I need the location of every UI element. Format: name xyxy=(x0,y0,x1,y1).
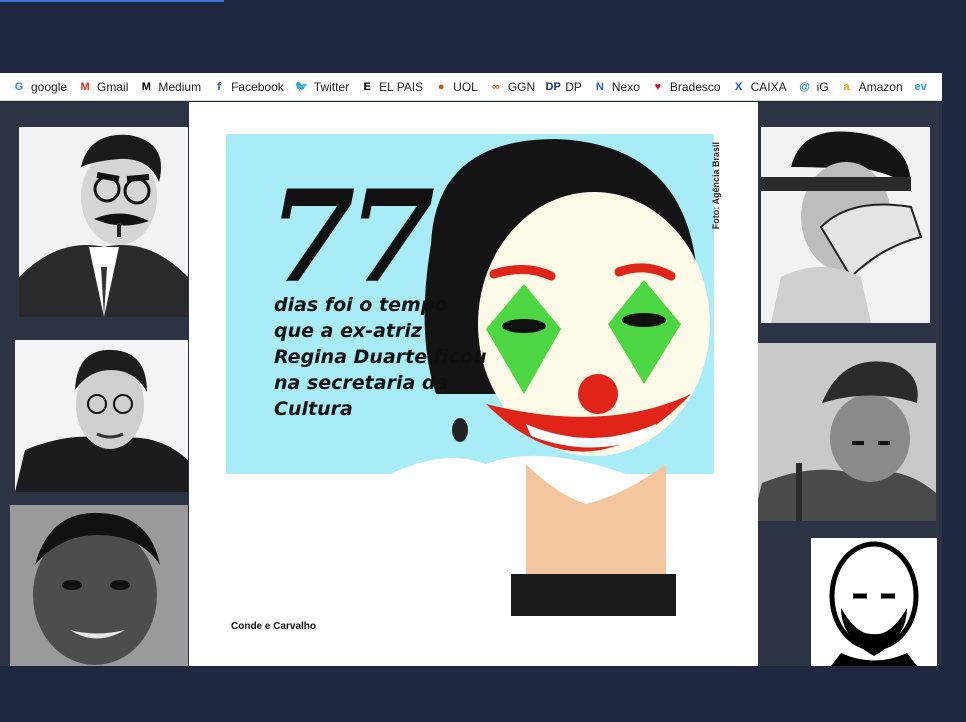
cartoon-number: 77 xyxy=(268,163,435,311)
bookmark-label: Twitter xyxy=(313,79,350,94)
bookmark-bradesco[interactable]: ♥ Bradesco xyxy=(651,80,721,94)
bookmark-twitter[interactable]: 🐦 Twitter xyxy=(295,80,349,94)
bookmark-label: DP xyxy=(565,79,582,94)
medium-icon: M xyxy=(141,80,151,93)
bookmark-ig[interactable]: @ iG xyxy=(798,79,829,94)
google-icon: G xyxy=(14,80,24,93)
caption-line: Cultura xyxy=(274,398,353,420)
bookmark-label: google xyxy=(31,79,68,94)
photo-older-man-glasses[interactable] xyxy=(15,340,188,492)
caption-line: dias foi o tempo xyxy=(274,294,448,316)
bookmark-dp[interactable]: DP DP xyxy=(546,80,582,94)
bookmark-medium[interactable]: M Medium xyxy=(139,80,201,94)
bookmark-uol[interactable]: ● UOL xyxy=(434,80,478,94)
bookmarks-bar: Ggoogle M Gmail M Medium f Facebook 🐦 Twitter E EL… xyxy=(0,73,942,101)
photo-man-with-rifle[interactable] xyxy=(761,127,930,323)
bookmark-facebook[interactable]: f Facebook xyxy=(212,80,284,94)
gmail-icon: M xyxy=(80,80,90,93)
caption-line: que a ex-atriz xyxy=(274,320,422,342)
bookmark-label: Nexo xyxy=(611,79,640,94)
caption-line: na secretaria da xyxy=(274,372,449,394)
photo-bald-man-goatee[interactable] xyxy=(811,538,937,666)
bookmark-nexo[interactable]: N Nexo xyxy=(593,80,640,94)
photo-smiling-man[interactable] xyxy=(10,505,188,666)
bookmark-label: UOL xyxy=(453,79,478,94)
amazon-icon: a xyxy=(843,80,850,93)
nexo-icon: N xyxy=(595,80,604,93)
bookmark-label: CAIXA xyxy=(750,79,787,94)
twitter-icon: 🐦 xyxy=(294,80,309,93)
window-accent-line xyxy=(0,0,224,2)
bookmark-ev[interactable]: ev xyxy=(914,80,933,94)
photo-credit: Foto: Agência Brasil xyxy=(711,142,721,230)
ggn-icon: ∞ xyxy=(491,80,500,93)
ev-icon: ev xyxy=(914,80,927,93)
bookmark-gmail[interactable]: M Gmail xyxy=(78,80,128,94)
bookmark-label: Facebook xyxy=(231,79,284,94)
cartoon-panel: 77 dias foi o tempo que a ex-atriz Regin… xyxy=(189,102,758,666)
bookmark-label: Amazon xyxy=(858,79,903,94)
bookmark-label: EL PAIS xyxy=(379,79,424,94)
bookmark-amazon[interactable]: a Amazon xyxy=(840,80,903,94)
ig-icon: @ xyxy=(799,80,810,93)
elpais-icon: E xyxy=(363,80,371,93)
cartoon-signature: Conde e Carvalho xyxy=(231,621,317,632)
bradesco-icon: ♥ xyxy=(654,80,662,93)
bookmark-label: GGN xyxy=(507,79,536,94)
cartoon-image[interactable]: 77 dias foi o tempo que a ex-atriz Regin… xyxy=(226,134,714,616)
bookmark-label: iG xyxy=(816,79,829,94)
bookmark-label: Bradesco xyxy=(669,79,721,94)
caixa-icon: X xyxy=(734,80,743,93)
caption-line: Regina Duarte ficou xyxy=(274,346,487,368)
bookmark-caixa[interactable]: X CAIXA xyxy=(732,80,787,94)
bookmark-ggn[interactable]: ∞ GGN xyxy=(489,80,535,94)
photo-man-glasses-mustache[interactable] xyxy=(19,127,188,317)
bookmark-label: Gmail xyxy=(97,79,129,94)
bookmark-el-pais[interactable]: E EL PAIS xyxy=(360,80,423,94)
uol-icon: ● xyxy=(437,80,445,93)
bookmark-google[interactable]: Ggoogle xyxy=(12,80,67,94)
bookmark-label: Medium xyxy=(158,79,202,94)
dp-icon: DP xyxy=(545,80,561,93)
facebook-icon: f xyxy=(217,80,221,93)
photo-soldier-beret[interactable] xyxy=(752,343,936,521)
